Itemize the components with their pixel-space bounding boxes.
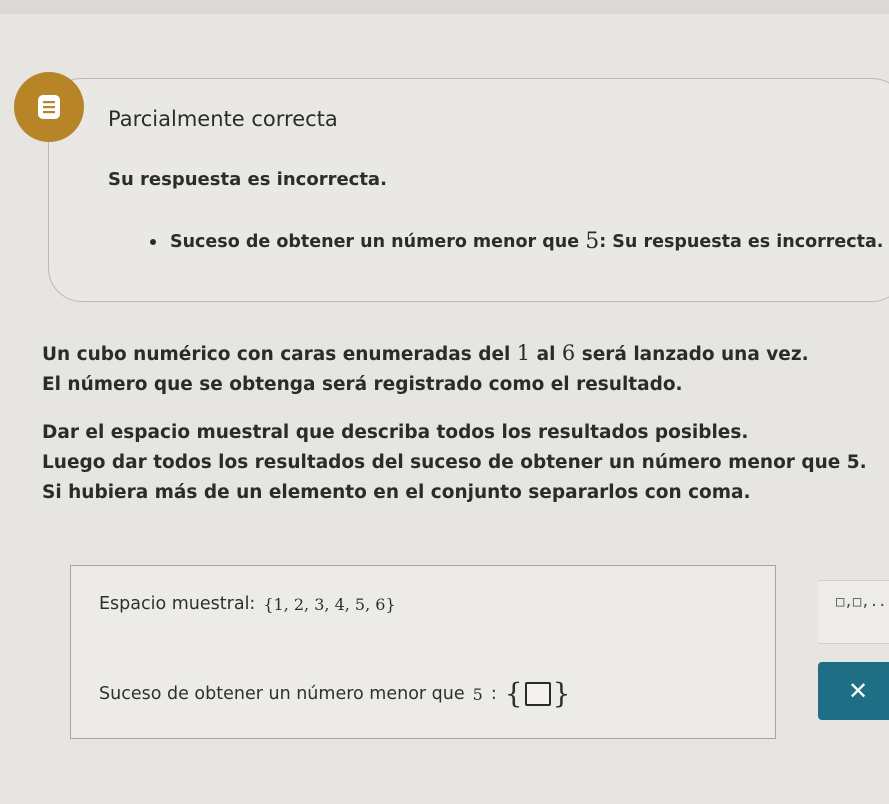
event-set-input[interactable] [524, 682, 551, 706]
problem-line: El número que se obtenga será registrado… [42, 374, 683, 395]
set-template-icon[interactable]: □,□,... [836, 594, 889, 610]
feedback-list-icon [14, 72, 84, 142]
event-label: Suceso de obtener un número menor que [99, 684, 465, 704]
problem-line: Si hubiera más de un elemento en el conj… [42, 482, 751, 503]
problem-text: al [536, 344, 556, 365]
problem-line: Luego dar todos los resultados del suces… [42, 452, 867, 473]
feedback-message: Su respuesta es incorrecta. [108, 169, 387, 190]
event-row: Suceso de obtener un número menor que 5 … [99, 680, 570, 708]
tool-panel [818, 580, 889, 644]
sample-space-row: Espacio muestral: {1, 2, 3, 4, 5, 6} [99, 594, 396, 614]
clear-button[interactable]: ✕ [818, 662, 889, 720]
problem-number: 6 [561, 341, 576, 365]
problem-statement: Un cubo numérico con caras enumeradas de… [42, 338, 887, 508]
feedback-title: Parcialmente correcta [108, 107, 338, 131]
bullet-dot [150, 238, 156, 245]
close-icon: ✕ [847, 677, 869, 705]
problem-line: Un cubo numérico con caras enumeradas de… [42, 338, 887, 370]
top-band [0, 0, 889, 14]
sample-space-value[interactable]: {1, 2, 3, 4, 5, 6} [263, 595, 395, 614]
problem-number: 1 [516, 341, 531, 365]
feedback-bullet-prefix: Suceso de obtener un número menor que [170, 231, 580, 252]
feedback-bullet-suffix: : Su respuesta es incorrecta. [599, 231, 884, 252]
feedback-bullet-number: 5 [585, 229, 600, 254]
problem-text: será lanzado una vez. [581, 344, 809, 365]
sample-space-label: Espacio muestral: [99, 594, 256, 614]
problem-text: Un cubo numérico con caras enumeradas de… [42, 344, 511, 365]
problem-line: Dar el espacio muestral que describa tod… [42, 422, 749, 443]
event-colon: : [490, 684, 497, 704]
feedback-bullet: Suceso de obtener un número menor que 5:… [150, 229, 883, 254]
brace-close: } [552, 677, 571, 710]
brace-open: { [504, 677, 523, 710]
event-number: 5 [472, 684, 483, 704]
answer-box: Espacio muestral: {1, 2, 3, 4, 5, 6} Suc… [70, 565, 776, 739]
